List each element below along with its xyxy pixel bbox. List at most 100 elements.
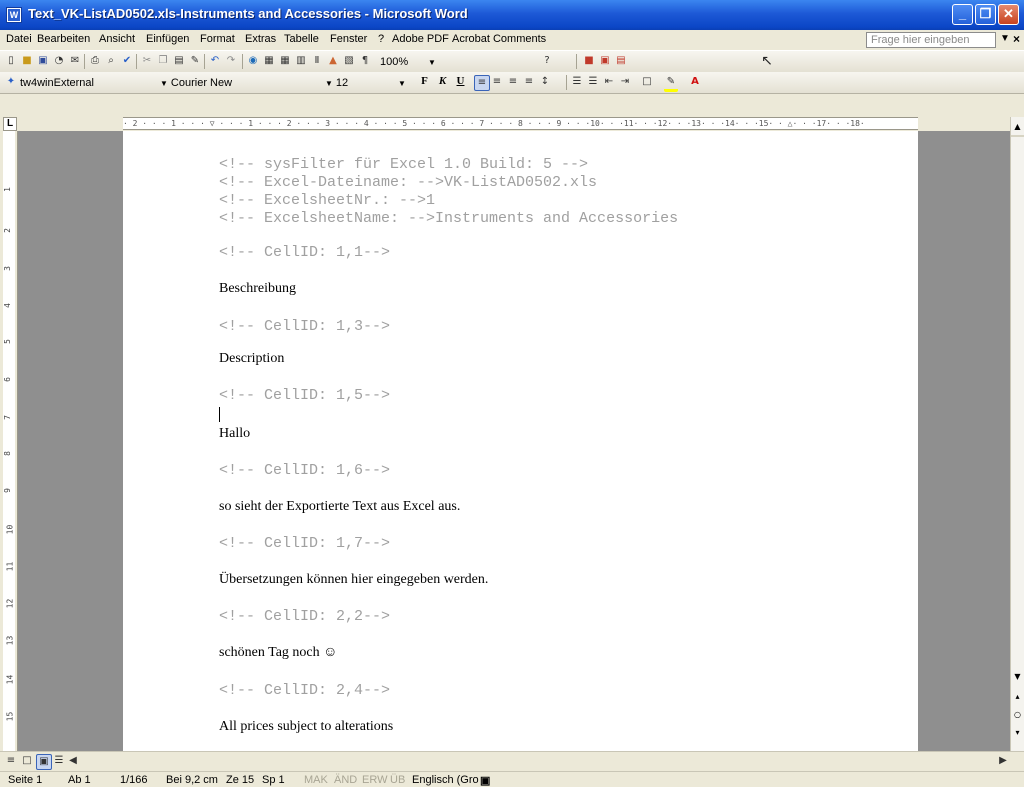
show-formatting-icon[interactable]: ¶ bbox=[358, 54, 372, 68]
horizontal-ruler[interactable]: · 2 · · · 1 · · · ▽ · · · 1 · · · 2 · · … bbox=[123, 117, 918, 130]
status-overtype[interactable]: ÜB bbox=[390, 774, 405, 786]
scroll-thumb[interactable] bbox=[1011, 135, 1024, 137]
normal-view-icon[interactable]: ≡ bbox=[4, 754, 18, 768]
columns-icon[interactable]: Ⅱ bbox=[310, 54, 324, 68]
status-bar: Seite 1 Ab 1 1/166 Bei 9,2 cm Ze 15 Sp 1… bbox=[0, 771, 1024, 787]
menu-tabelle[interactable]: Tabelle bbox=[284, 33, 319, 45]
paste-icon[interactable]: ▤ bbox=[172, 54, 186, 68]
print-preview-icon[interactable]: ⌕ bbox=[104, 54, 118, 68]
increase-indent-icon[interactable]: ⇥ bbox=[618, 75, 632, 89]
minimize-button[interactable]: _ bbox=[952, 4, 973, 25]
spelling-icon[interactable]: ✔ bbox=[120, 54, 134, 68]
scroll-down-icon[interactable]: ▼ bbox=[1011, 670, 1024, 684]
menu-extras[interactable]: Extras bbox=[245, 33, 276, 45]
title-bar[interactable]: W Text_VK-ListAD0502.xls-Instruments and… bbox=[0, 0, 1024, 30]
bold-button[interactable]: F bbox=[418, 75, 431, 87]
align-center-icon[interactable]: ≡ bbox=[490, 75, 504, 89]
justify-icon[interactable]: ≡ bbox=[522, 75, 536, 89]
vruler-number: 9 bbox=[2, 488, 12, 493]
adobe-pdf-icon[interactable]: ■ bbox=[582, 54, 596, 68]
save-icon[interactable]: ▣ bbox=[36, 54, 50, 68]
word-app-icon[interactable]: W bbox=[6, 7, 22, 23]
adobe-pdf-review-icon[interactable]: ▤ bbox=[614, 54, 628, 68]
status-extend[interactable]: ERW bbox=[362, 774, 387, 786]
menu-einfuegen[interactable]: Einfügen bbox=[146, 33, 189, 45]
open-folder-icon[interactable]: ■ bbox=[20, 54, 34, 68]
status-track-changes[interactable]: ÄND bbox=[334, 774, 357, 786]
italic-button[interactable]: K bbox=[436, 75, 449, 87]
status-language[interactable]: Englisch (Gro bbox=[412, 774, 479, 786]
menu-datei[interactable]: Datei bbox=[6, 33, 32, 45]
zoom-dropdown-icon[interactable]: ▼ bbox=[428, 54, 439, 70]
next-page-icon[interactable]: ▾ bbox=[1011, 726, 1024, 740]
horizontal-scrollbar[interactable]: ≡ □ ▣ ☰ ◀ ▶ bbox=[0, 751, 1024, 771]
spelling-status-icon[interactable]: ▣ bbox=[480, 774, 490, 787]
scroll-right-icon[interactable]: ▶ bbox=[996, 754, 1010, 768]
document-close-icon[interactable]: × bbox=[1013, 32, 1020, 46]
header-comment: <!-- sysFilter für Excel 1.0 Build: 5 --… bbox=[219, 156, 589, 173]
close-button[interactable]: ✕ bbox=[998, 4, 1019, 25]
help-search-input[interactable]: Frage hier eingeben bbox=[866, 32, 996, 48]
insert-table-icon[interactable]: ▦ bbox=[278, 54, 292, 68]
undo-icon[interactable]: ↶ bbox=[208, 54, 222, 68]
cut-icon[interactable]: ✂ bbox=[140, 54, 154, 68]
zoom-select[interactable]: 100% bbox=[380, 54, 408, 70]
text-caret bbox=[219, 407, 220, 422]
font-color-icon[interactable]: A bbox=[688, 75, 702, 89]
decrease-indent-icon[interactable]: ⇤ bbox=[602, 75, 616, 89]
print-layout-icon[interactable]: ▣ bbox=[36, 754, 52, 770]
insert-excel-icon[interactable]: ▥ bbox=[294, 54, 308, 68]
underline-button[interactable]: U bbox=[454, 75, 467, 87]
style-select[interactable]: tw4winExternal bbox=[20, 75, 140, 91]
copy-icon[interactable]: ❐ bbox=[156, 54, 170, 68]
help-icon[interactable]: ? bbox=[540, 54, 554, 68]
menu-acrobat-comments[interactable]: Acrobat Comments bbox=[452, 33, 546, 45]
redo-icon[interactable]: ↷ bbox=[224, 54, 238, 68]
align-left-icon[interactable]: ≡ bbox=[474, 75, 490, 91]
highlight-icon[interactable]: ✎ bbox=[664, 75, 678, 92]
tables-borders-icon[interactable]: ▦ bbox=[262, 54, 276, 68]
print-icon[interactable]: ⎙ bbox=[88, 54, 102, 68]
vruler-number: 15 bbox=[5, 711, 15, 722]
vruler-number: 1 bbox=[2, 187, 12, 192]
vertical-scrollbar[interactable]: ▲ ▼ ▴ ○ ▾ bbox=[1010, 117, 1024, 751]
menu-bearbeiten[interactable]: Bearbeiten bbox=[37, 33, 90, 45]
vertical-ruler[interactable]: 1 2 3 4 5 6 7 8 9 10 11 12 13 14 15 bbox=[0, 131, 18, 751]
web-view-icon[interactable]: □ bbox=[20, 754, 34, 768]
scroll-up-icon[interactable]: ▲ bbox=[1011, 120, 1024, 134]
menu-ansicht[interactable]: Ansicht bbox=[99, 33, 135, 45]
permission-icon[interactable]: ◔ bbox=[52, 54, 66, 68]
maximize-button[interactable]: ❐ bbox=[975, 4, 996, 25]
cell-comment: <!-- CellID: 2,2--> bbox=[219, 608, 391, 625]
scroll-left-icon[interactable]: ◀ bbox=[66, 754, 80, 768]
outline-view-icon[interactable]: ☰ bbox=[52, 754, 66, 768]
styles-icon[interactable]: ✦ bbox=[4, 75, 18, 89]
borders-icon[interactable]: □ bbox=[640, 75, 654, 89]
hyperlink-icon[interactable]: ◉ bbox=[246, 54, 260, 68]
help-dropdown-icon[interactable]: ▼ bbox=[1000, 33, 1010, 44]
email-icon[interactable]: ✉ bbox=[68, 54, 82, 68]
tab-selector-icon[interactable]: L bbox=[3, 117, 17, 131]
numbering-icon[interactable]: ☰ bbox=[570, 75, 584, 89]
previous-page-icon[interactable]: ▴ bbox=[1011, 690, 1024, 704]
adobe-pdf-email-icon[interactable]: ▣ bbox=[598, 54, 612, 68]
menu-fenster[interactable]: Fenster bbox=[330, 33, 367, 45]
drawing-icon[interactable]: ▲ bbox=[326, 54, 340, 68]
browse-object-icon[interactable]: ○ bbox=[1011, 708, 1024, 722]
vruler-number: 2 bbox=[2, 228, 12, 233]
bullets-icon[interactable]: ☰ bbox=[586, 75, 600, 89]
vertical-ruler-track: 1 2 3 4 5 6 7 8 9 10 11 12 13 14 15 bbox=[3, 131, 15, 751]
align-right-icon[interactable]: ≡ bbox=[506, 75, 520, 89]
menu-adobe-pdf[interactable]: Adobe PDF bbox=[392, 33, 449, 45]
menu-help[interactable]: ? bbox=[378, 33, 384, 45]
format-painter-icon[interactable]: ✎ bbox=[188, 54, 202, 68]
status-macro[interactable]: MAK bbox=[304, 774, 328, 786]
status-page: Seite 1 bbox=[8, 774, 43, 786]
menu-format[interactable]: Format bbox=[200, 33, 235, 45]
size-dropdown-right-icon[interactable]: ▼ bbox=[398, 75, 409, 91]
font-size-select[interactable]: ▼ 12 bbox=[325, 75, 385, 91]
line-spacing-icon[interactable]: ↕ bbox=[538, 75, 552, 89]
new-document-icon[interactable]: ▯ bbox=[4, 54, 18, 68]
font-select[interactable]: ▼ Courier New bbox=[160, 75, 310, 91]
document-map-icon[interactable]: ▧ bbox=[342, 54, 356, 68]
